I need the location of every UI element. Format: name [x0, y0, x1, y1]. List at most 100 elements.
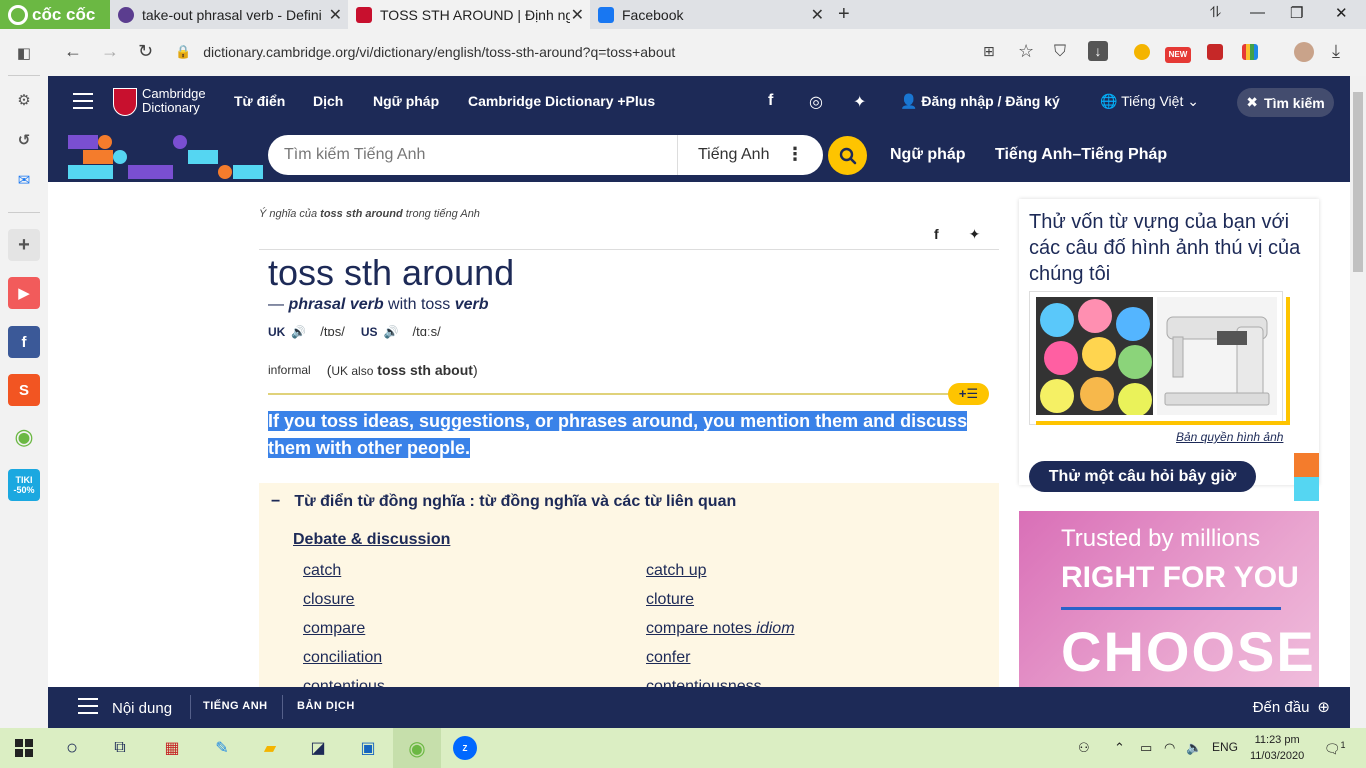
close-icon[interactable]: ✕	[571, 5, 584, 25]
reload-icon[interactable]: ↻	[138, 41, 153, 62]
people-icon[interactable]: ⚇	[1078, 740, 1090, 756]
language-indicator[interactable]: ENG	[1212, 740, 1238, 754]
close-icon[interactable]: ✕	[811, 5, 824, 25]
table-of-contents-button[interactable]: Nội dung	[78, 698, 172, 719]
thesaurus-header[interactable]: − Từ điển từ đồng nghĩa : từ đồng nghĩa …	[271, 493, 736, 511]
shopee-icon[interactable]: S	[8, 374, 40, 406]
volume-icon[interactable]: 🔈	[1186, 740, 1202, 756]
search-button[interactable]	[828, 136, 867, 175]
instagram-icon[interactable]: ◎	[809, 92, 823, 112]
synonym-link[interactable]: contentious	[303, 678, 385, 687]
nav-translate[interactable]: Dịch	[313, 93, 343, 109]
search-toggle-button[interactable]: ✖ Tìm kiếm	[1237, 88, 1334, 117]
language-selector[interactable]: 🌐 Tiếng Việt ⌄	[1100, 93, 1199, 110]
wifi-icon[interactable]: ◠	[1164, 740, 1175, 756]
scrollbar-thumb[interactable]	[1353, 92, 1363, 272]
app-icon-1[interactable]: ▦	[160, 736, 184, 760]
bookmark-star-icon[interactable]: ☆	[1018, 41, 1034, 62]
synonym-link[interactable]: contentiousness	[646, 678, 762, 687]
synonym-link[interactable]: catch	[303, 562, 341, 580]
sidebar-toggle-icon[interactable]: ◧	[8, 37, 40, 69]
quiz-image[interactable]	[1029, 291, 1290, 425]
back-arrow-icon[interactable]: ←	[64, 41, 82, 62]
address-bar[interactable]: 🔒 dictionary.cambridge.org/vi/dictionary…	[171, 35, 1116, 69]
cambridge-crest-icon[interactable]	[113, 88, 137, 116]
extension-grid-icon[interactable]	[1242, 44, 1258, 60]
image-credit-link[interactable]: Bản quyền hình ảnh	[1176, 430, 1283, 444]
facebook-icon[interactable]: f	[768, 92, 773, 110]
tab-english[interactable]: TIẾNG ANH	[203, 700, 268, 712]
twitter-icon[interactable]: ✦	[853, 92, 866, 112]
profile-avatar[interactable]	[1294, 42, 1314, 62]
synonym-link[interactable]: catch up	[646, 562, 706, 580]
collapse-minus-icon[interactable]: −	[271, 493, 280, 511]
search-circle-icon[interactable]: ○	[60, 736, 84, 760]
login-link[interactable]: 👤 Đăng nhập / Đăng ký	[900, 93, 1060, 110]
battery-icon[interactable]: ▭	[1140, 740, 1152, 756]
task-view-icon[interactable]: ⧉	[108, 736, 132, 760]
page-scrollbar[interactable]	[1350, 76, 1366, 728]
band-link-grammar[interactable]: Ngữ pháp	[890, 146, 966, 164]
sticky-notes-icon[interactable]: ◪	[306, 736, 330, 760]
clock[interactable]: 11:23 pm 11/03/2020	[1250, 732, 1304, 764]
tiki-icon[interactable]: TIKI -50%	[8, 469, 40, 501]
tab-facebook[interactable]: Facebook ✕	[590, 0, 830, 29]
thesaurus-category-link[interactable]: Debate & discussion	[293, 531, 450, 549]
synonym-link[interactable]: compare notes idiom	[646, 620, 795, 638]
settings-gear-icon[interactable]: ⚙	[8, 84, 40, 116]
window-close-button[interactable]: ✕	[1335, 4, 1348, 22]
forward-arrow-icon[interactable]: →	[101, 41, 119, 62]
synonym-link[interactable]: confer	[646, 649, 690, 667]
add-shortcut-button[interactable]: +	[8, 229, 40, 261]
download-icon[interactable]: ↓	[1088, 41, 1108, 61]
new-tab-button[interactable]: +	[838, 3, 850, 26]
minimize-button[interactable]: —	[1250, 4, 1265, 21]
synonym-link[interactable]: conciliation	[303, 649, 382, 667]
shield-icon[interactable]: ⛉	[1054, 43, 1066, 61]
try-quiz-button[interactable]: Thử một câu hỏi bây giờ	[1029, 461, 1256, 492]
extension-red-icon[interactable]	[1207, 44, 1223, 60]
zalo-icon[interactable]: Z	[453, 736, 477, 760]
twitter-share-icon[interactable]: ✦	[969, 226, 981, 242]
nav-plus[interactable]: Cambridge Dictionary +Plus	[468, 93, 655, 109]
coccoc-icon[interactable]: ◉	[8, 421, 40, 453]
back-to-top-button[interactable]: Đến đầu ⊕	[1253, 698, 1330, 717]
tab-search-icon[interactable]: ⥮	[1210, 4, 1221, 21]
advertisement[interactable]: Trusted by millions RIGHT FOR YOU CHOOSE	[1019, 511, 1319, 687]
synonym-link[interactable]: compare	[303, 620, 365, 638]
synonym-link[interactable]: cloture	[646, 591, 694, 609]
url-text[interactable]: dictionary.cambridge.org/vi/dictionary/e…	[203, 44, 675, 60]
band-link-en-fr[interactable]: Tiếng Anh–Tiếng Pháp	[995, 146, 1167, 164]
menu-hamburger-icon[interactable]	[73, 93, 93, 109]
uk-speaker-icon[interactable]: 🔊	[291, 325, 306, 339]
tab-translation[interactable]: BẢN DỊCH	[297, 700, 355, 712]
paint-icon[interactable]: ✎	[210, 736, 234, 760]
nav-dictionary[interactable]: Từ điển	[234, 93, 285, 109]
maximize-button[interactable]: ❐	[1290, 4, 1303, 22]
synonym-link[interactable]: closure	[303, 591, 355, 609]
messenger-icon[interactable]: ✉	[8, 164, 40, 196]
coccoc-taskbar-icon[interactable]: ◉	[393, 728, 441, 768]
file-explorer-icon[interactable]: ▰	[258, 736, 282, 760]
us-speaker-icon[interactable]: 🔊	[384, 325, 399, 339]
windows-start-icon[interactable]	[12, 736, 36, 760]
history-icon[interactable]: ↺	[8, 124, 40, 156]
search-input[interactable]	[284, 146, 684, 164]
facebook-icon[interactable]: f	[8, 326, 40, 358]
chevron-up-icon[interactable]: ⌃	[1114, 740, 1125, 756]
new-badge-icon[interactable]: NEW	[1165, 47, 1191, 63]
downloads-arrow-icon[interactable]: ⤓	[1332, 41, 1340, 62]
translate-icon[interactable]: ⊞	[983, 43, 995, 60]
close-icon[interactable]: ✕	[329, 5, 342, 25]
site-logo[interactable]: Cambridge Dictionary	[142, 87, 206, 115]
app-icon-2[interactable]: ▣	[356, 736, 380, 760]
extension-chrome-icon[interactable]	[1134, 44, 1150, 60]
tab-takeout[interactable]: take-out phrasal verb - Defini ✕	[110, 0, 348, 29]
add-to-list-button[interactable]: +☰	[948, 383, 989, 405]
coccoc-brand-button[interactable]: cốc cốc	[0, 0, 110, 29]
nav-grammar[interactable]: Ngữ pháp	[373, 93, 439, 109]
tab-toss-sth-around[interactable]: TOSS STH AROUND | Định ng ✕	[348, 0, 590, 29]
youtube-icon[interactable]: ▶	[8, 277, 40, 309]
facebook-share-icon[interactable]: f	[934, 226, 939, 242]
dictionary-language-select[interactable]: Tiếng Anh ⋮	[677, 135, 822, 175]
